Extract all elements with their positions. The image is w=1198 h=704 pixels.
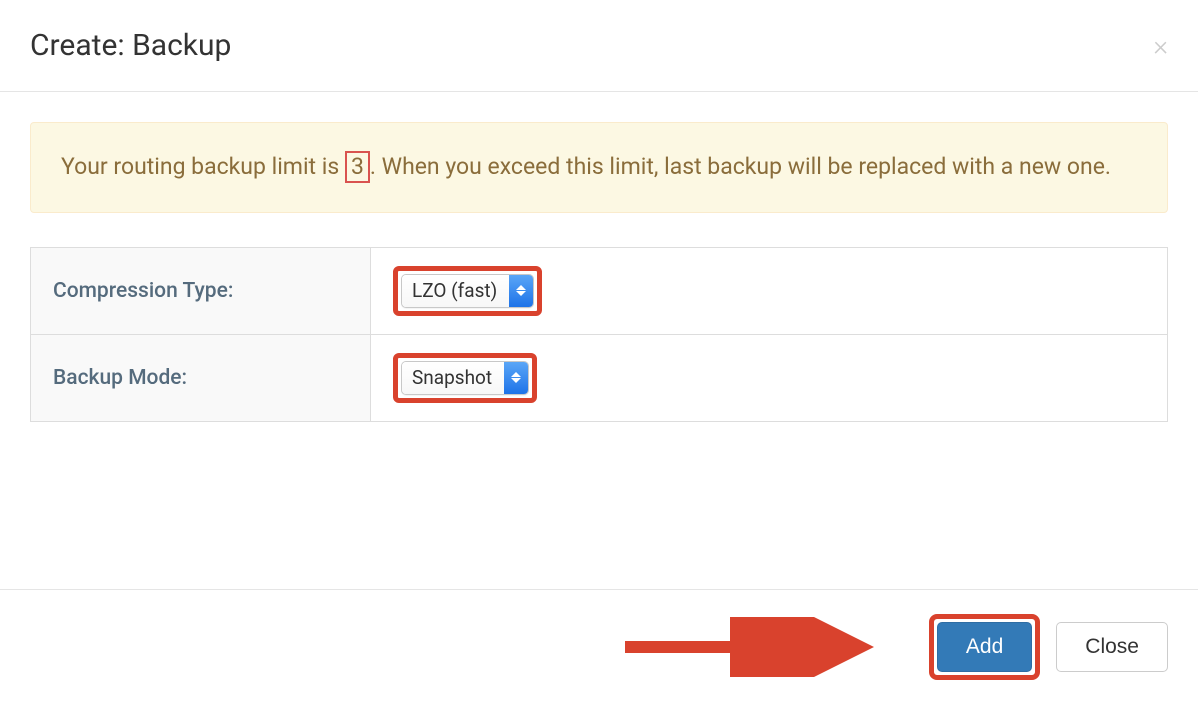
backup-mode-row: Backup Mode: Snapshot [31, 334, 1168, 421]
alert-text-before: Your routing backup limit is [61, 153, 345, 180]
compression-row: Compression Type: LZO (fast) [31, 247, 1168, 334]
add-button-highlight: Add [929, 614, 1040, 680]
backup-mode-cell: Snapshot [371, 334, 1168, 421]
create-backup-modal: Create: Backup × Your routing backup lim… [0, 0, 1198, 704]
arrow-annotation-icon [620, 617, 880, 677]
close-button[interactable]: Close [1056, 622, 1168, 672]
compression-highlight: LZO (fast) [393, 266, 542, 316]
backup-mode-select[interactable]: Snapshot [401, 361, 529, 395]
modal-header: Create: Backup × [0, 0, 1198, 92]
alert-text-after: . When you exceed this limit, last backu… [370, 153, 1111, 180]
select-arrows-icon [509, 275, 533, 307]
form-table: Compression Type: LZO (fast) Backu [30, 247, 1168, 422]
add-button[interactable]: Add [937, 622, 1032, 672]
modal-footer: Add Close [0, 589, 1198, 704]
compression-cell: LZO (fast) [371, 247, 1168, 334]
backup-mode-value: Snapshot [402, 362, 504, 394]
backup-mode-label: Backup Mode: [31, 334, 371, 421]
compression-select[interactable]: LZO (fast) [401, 274, 534, 308]
modal-title: Create: Backup [30, 28, 231, 63]
compression-label: Compression Type: [31, 247, 371, 334]
select-arrows-icon [504, 362, 528, 394]
modal-body: Your routing backup limit is 3. When you… [0, 92, 1198, 589]
backup-limit-value: 3 [345, 151, 370, 183]
close-icon[interactable]: × [1153, 32, 1168, 60]
backup-limit-alert: Your routing backup limit is 3. When you… [30, 122, 1168, 213]
compression-value: LZO (fast) [402, 275, 509, 307]
backup-mode-highlight: Snapshot [393, 353, 537, 403]
